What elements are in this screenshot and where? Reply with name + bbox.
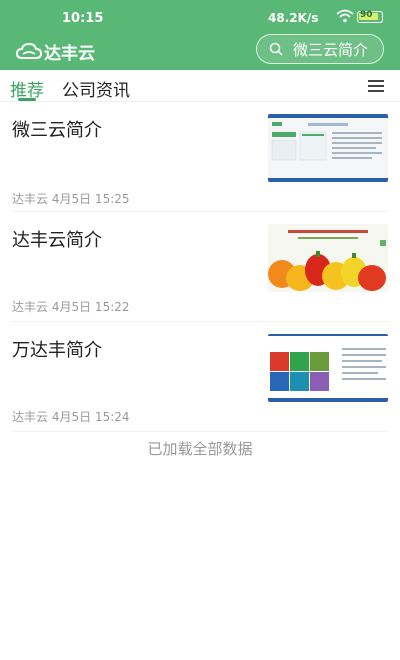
- active-tab-indicator: [18, 98, 36, 101]
- article-item[interactable]: 万达丰简介 达丰云 4月5日 15:24: [0, 322, 400, 432]
- article-meta: 达丰云 4月5日 15:24: [12, 408, 130, 425]
- article-title: 万达丰简介: [12, 340, 102, 361]
- article-date: 4月5日 15:22: [51, 300, 130, 314]
- logo-text: 达丰云: [44, 43, 95, 64]
- article-date: 4月5日 15:24: [51, 410, 130, 424]
- article-item[interactable]: 微三云简介 达丰云 4月5日 15:25: [0, 102, 400, 212]
- search-icon: [269, 42, 283, 56]
- article-source: 达丰云: [12, 192, 49, 206]
- status-time: 10:15: [62, 11, 104, 26]
- app-bar: 达丰云 微三云简介: [0, 34, 400, 70]
- article-title: 达丰云简介: [12, 230, 102, 251]
- status-bar: 10:15 48.2K/s 90: [0, 0, 400, 34]
- article-title: 微三云简介: [12, 120, 102, 141]
- menu-icon[interactable]: [368, 80, 384, 92]
- app-logo: 达丰云: [16, 38, 95, 64]
- search-bar[interactable]: 微三云简介: [256, 34, 384, 64]
- article-source: 达丰云: [12, 410, 49, 424]
- cloud-logo-icon: [16, 42, 42, 59]
- wifi-icon: [336, 9, 354, 23]
- article-item[interactable]: 达丰云简介 达丰云 4月5日 15:22: [0, 212, 400, 322]
- app-header: 10:15 48.2K/s 90 达丰云 微三云简介: [0, 0, 400, 70]
- article-meta: 达丰云 4月5日 15:25: [12, 190, 130, 207]
- network-speed: 48.2K/s: [268, 11, 319, 25]
- article-thumbnail: [268, 224, 388, 292]
- tab-bar: 推荐 公司资讯: [0, 70, 400, 102]
- article-thumbnail: [268, 334, 388, 402]
- article-source: 达丰云: [12, 300, 49, 314]
- load-complete-text: 已加载全部数据: [147, 440, 253, 458]
- divider: [12, 431, 388, 432]
- article-date: 4月5日 15:25: [51, 192, 130, 206]
- battery-icon: 90: [357, 10, 383, 23]
- article-thumbnail: [268, 114, 388, 182]
- article-meta: 达丰云 4月5日 15:22: [12, 298, 130, 315]
- battery-level: 90: [360, 10, 373, 20]
- tab-company-news[interactable]: 公司资讯: [62, 76, 130, 101]
- search-placeholder: 微三云简介: [293, 40, 369, 59]
